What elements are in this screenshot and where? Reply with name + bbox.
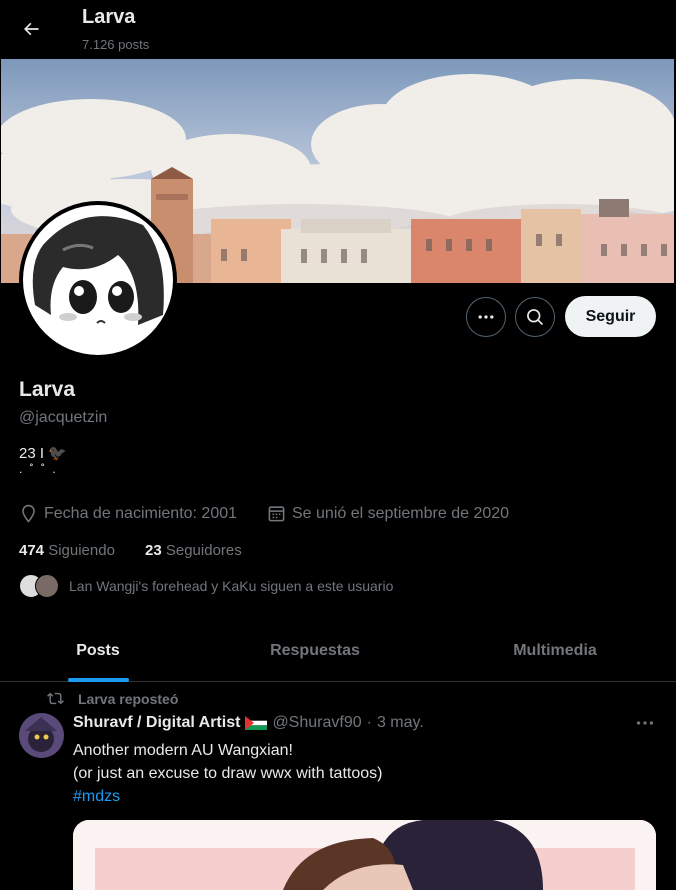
post-body: Another modern AU Wangxian! (or just an …: [73, 739, 382, 808]
flag-icon: [245, 716, 268, 730]
post-header: Shuravf / Digital Artist @Shuravf90 · 3 …: [73, 714, 424, 732]
post-hashtag[interactable]: #mdzs: [73, 785, 382, 808]
more-icon: [478, 315, 494, 319]
known-followers-text: Lan Wangji's forehead y KaKu siguen a es…: [69, 578, 394, 594]
following-link[interactable]: 474 Siguiendo: [19, 542, 115, 559]
search-icon: [527, 309, 544, 326]
profile-handle: @jacquetzin: [19, 409, 108, 426]
post-author-handle[interactable]: @Shuravf90: [272, 714, 361, 732]
followers-label: Seguidores: [165, 542, 242, 559]
known-followers-link[interactable]: Lan Wangji's forehead y KaKu siguen a es…: [19, 574, 393, 598]
followers-count: 23: [145, 542, 162, 559]
post-date[interactable]: 3 may.: [377, 714, 424, 732]
tab-respuestas-label: Respuestas: [270, 641, 360, 659]
birthday-text: Fecha de nacimiento: 2001: [44, 504, 238, 522]
page-title: Larva: [82, 6, 136, 28]
join-date: Se unió el septiembre de 2020: [267, 504, 509, 523]
repost-icon: [47, 692, 64, 705]
post-line-1: Another modern AU Wangxian!: [73, 742, 293, 759]
calendar-icon: [268, 506, 285, 522]
post-media-image[interactable]: [73, 820, 656, 890]
following-label: Siguiendo: [48, 542, 115, 559]
tab-multimedia[interactable]: Multimedia: [434, 620, 676, 681]
follow-button[interactable]: Seguir: [565, 296, 656, 337]
post-author-avatar[interactable]: [19, 713, 64, 758]
tab-posts[interactable]: Posts: [0, 620, 196, 682]
separator-dot: ·: [366, 714, 372, 731]
post-line-2: (or just an excuse to draw wwx with tatt…: [73, 765, 383, 782]
back-button[interactable]: [14, 12, 48, 46]
profile-tabs: Posts Respuestas Multimedia: [0, 620, 676, 682]
followers-link[interactable]: 23 Seguidores: [145, 542, 242, 559]
profile-name: Larva: [19, 378, 76, 401]
top-bar: Larva 7.126 posts: [0, 0, 676, 59]
tab-multimedia-label: Multimedia: [513, 641, 597, 659]
post-author-name[interactable]: Shuravf / Digital Artist: [73, 714, 240, 732]
repost-label: Larva reposteó: [78, 690, 179, 707]
back-arrow-icon: [24, 22, 39, 36]
tab-posts-label: Posts: [76, 641, 120, 659]
location-icon: [22, 504, 35, 523]
tab-respuestas[interactable]: Respuestas: [196, 620, 434, 681]
repost-indicator[interactable]: Larva reposteó: [47, 690, 178, 707]
search-profile-button[interactable]: [515, 297, 555, 337]
bio-line-1: 23 I 🐦‍⬛: [19, 445, 67, 462]
following-count: 474: [19, 542, 45, 559]
more-icon: [636, 721, 654, 725]
active-tab-indicator: [68, 678, 129, 682]
join-date-text: Se unió el septiembre de 2020: [292, 504, 510, 522]
post-more-button[interactable]: [634, 712, 656, 739]
posts-count: 7.126 posts: [82, 37, 150, 52]
known-follower-avatar: [35, 574, 59, 598]
profile-avatar[interactable]: [19, 201, 177, 359]
bio-line-2: . ˚ ˚ .: [19, 462, 58, 476]
birthday: Fecha de nacimiento: 2001: [19, 504, 237, 523]
more-options-button[interactable]: [466, 297, 506, 337]
